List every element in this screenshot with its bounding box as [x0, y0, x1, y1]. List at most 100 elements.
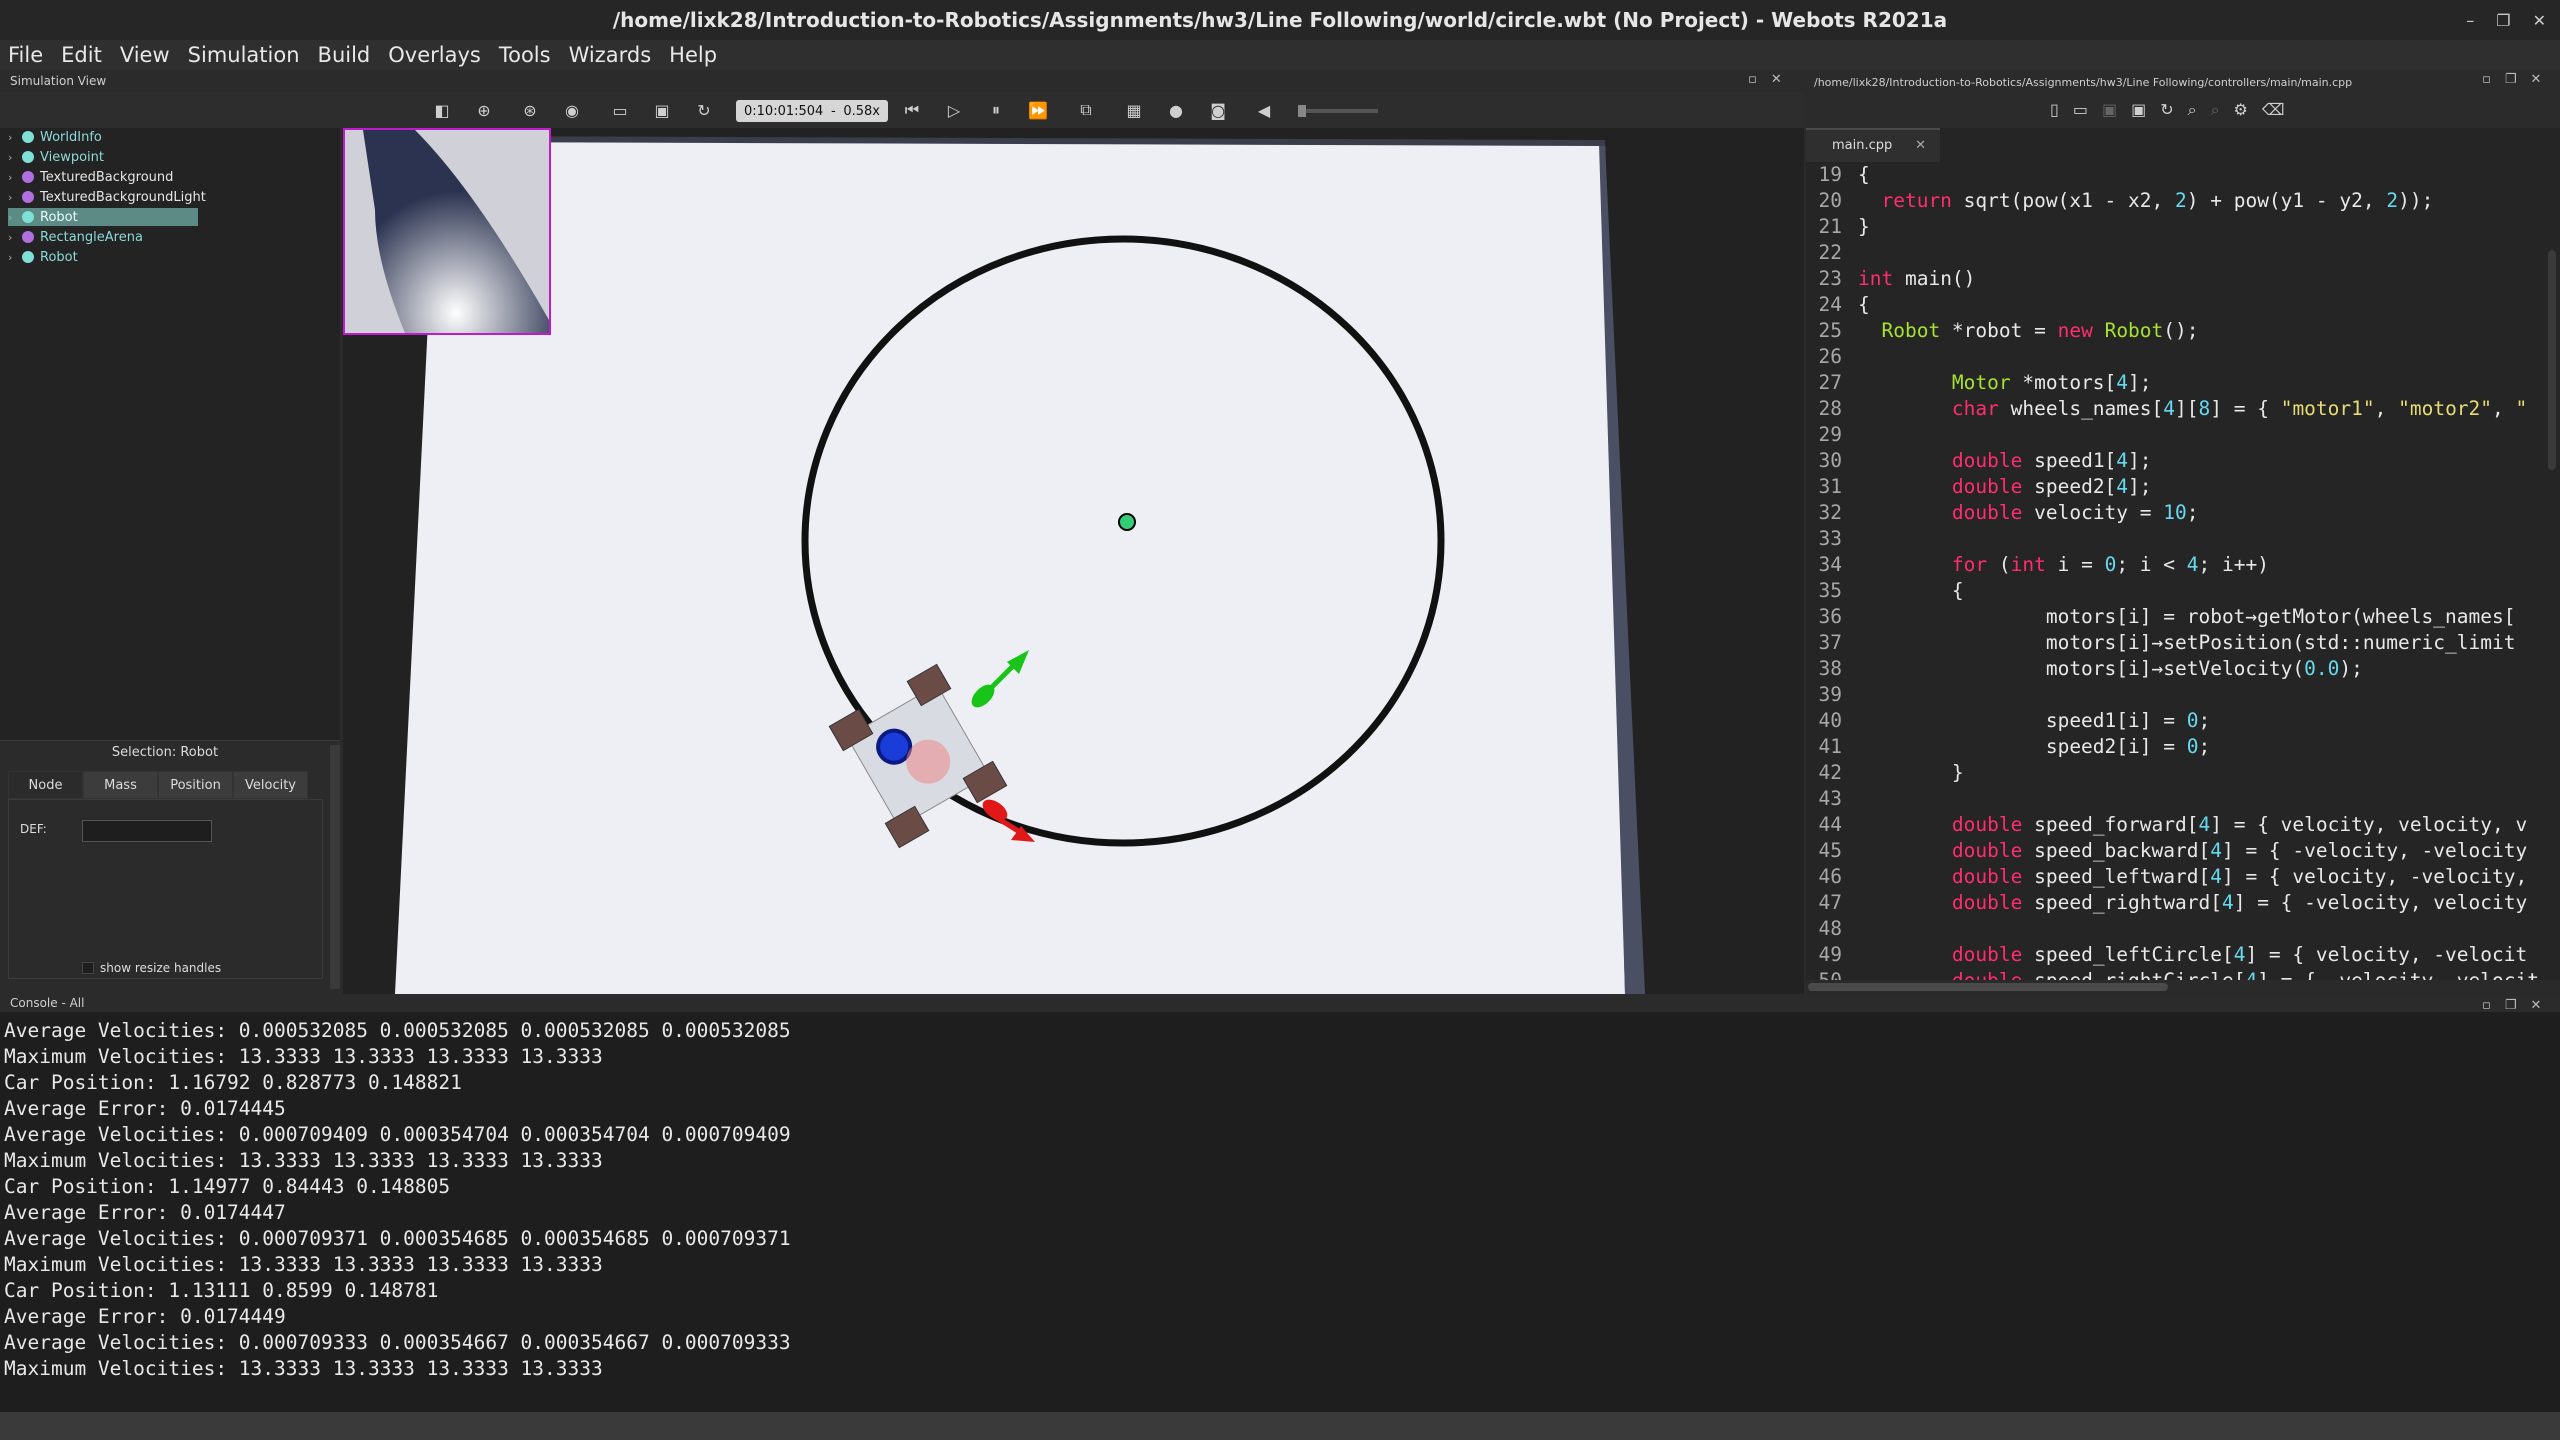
code-area[interactable]: 19{20 return sqrt(pow(x1 - x2, 2) + pow(… — [1806, 162, 2560, 988]
menu-wizards[interactable]: Wizards — [569, 43, 652, 67]
scroll-thumb[interactable] — [1808, 983, 2168, 991]
screenshot-icon[interactable]: ◙ — [1208, 100, 1228, 120]
code-token: new — [2057, 319, 2093, 342]
new-file-icon[interactable]: ▯ — [2050, 100, 2059, 120]
close-icon[interactable]: ✕ — [2530, 998, 2541, 1013]
line-number: 38 — [1818, 657, 1842, 680]
toggle-scene-tree-icon[interactable]: ◧ — [432, 100, 452, 120]
clean-icon[interactable]: ⌫ — [2262, 100, 2285, 120]
rendering-icon[interactable]: ⧉ — [1076, 100, 1096, 120]
code-token: speed_forward[ — [2022, 813, 2199, 836]
save-all-icon[interactable]: ▣ — [2131, 100, 2146, 120]
open-world-icon[interactable]: ▭ — [610, 100, 630, 120]
save-world-icon[interactable]: ▣ — [652, 100, 672, 120]
add-node-icon[interactable]: ⊕ — [474, 100, 494, 120]
editor-horizontal-scrollbar[interactable] — [1806, 980, 2560, 994]
show-resize-handles-checkbox[interactable]: show resize handles — [82, 961, 221, 975]
code-line: 24 { — [1806, 292, 2560, 318]
build-icon[interactable]: ⚙ — [2234, 100, 2248, 120]
maximize-icon[interactable]: ❐ — [2505, 72, 2517, 87]
editor-vertical-scrollbar[interactable] — [2548, 250, 2556, 470]
tab-main-cpp[interactable]: main.cpp ✕ — [1806, 128, 1940, 162]
window-controls: – ❐ ✕ — [2466, 0, 2546, 40]
checkbox-icon[interactable] — [82, 962, 94, 974]
selection-scrollbar[interactable] — [330, 745, 340, 989]
line-number: 49 — [1818, 943, 1842, 966]
def-input[interactable] — [82, 820, 212, 842]
tree-node-robot[interactable]: › Robot — [8, 248, 78, 266]
status-bar — [0, 1412, 2560, 1440]
menu-help[interactable]: Help — [669, 43, 717, 67]
find-icon[interactable]: ⌕ — [2188, 100, 2197, 120]
tree-node-viewpoint[interactable]: › Viewpoint — [8, 148, 104, 166]
code-token: double — [1951, 449, 2023, 472]
code-token: double — [1951, 813, 2023, 836]
restore-icon[interactable]: ❐ — [2496, 11, 2510, 30]
replace-icon[interactable]: ⌕ — [2211, 100, 2220, 120]
console-dock-buttons: ▫ ❐ ✕ — [2482, 998, 2541, 1013]
open-file-icon[interactable]: ▭ — [2073, 100, 2088, 120]
line-number: 28 — [1818, 397, 1842, 420]
menu-tools[interactable]: Tools — [499, 43, 551, 67]
minimize-icon[interactable]: – — [2466, 11, 2474, 30]
line-number: 42 — [1818, 761, 1842, 784]
tab-label: main.cpp — [1832, 138, 1893, 153]
float-icon[interactable]: ▫ — [1748, 72, 1757, 87]
tab-node[interactable]: Node — [8, 771, 83, 799]
reset-view-icon[interactable]: ⊛ — [520, 100, 540, 120]
tab-velocity[interactable]: Velocity — [233, 771, 308, 799]
code-line: 37 motors[i]→setPosition(std::numeric_li… — [1806, 630, 2560, 656]
tab-close-icon[interactable]: ✕ — [1915, 130, 1926, 162]
simulation-time: 0:10:01:504 - 0.58x — [736, 100, 888, 122]
float-icon[interactable]: ▫ — [2482, 998, 2491, 1013]
code-token: ]; — [2128, 475, 2152, 498]
maximize-icon[interactable]: ❐ — [2505, 998, 2517, 1013]
menu-build[interactable]: Build — [318, 43, 371, 67]
menu-simulation[interactable]: Simulation — [188, 43, 300, 67]
menu-view[interactable]: View — [120, 43, 170, 67]
tree-node-worldinfo[interactable]: › WorldInfo — [8, 128, 102, 146]
tree-node-robot-selected[interactable]: › Robot — [8, 208, 198, 226]
tree-node-label: WorldInfo — [40, 129, 102, 145]
code-token: 0 — [2104, 553, 2117, 576]
revert-icon[interactable]: ↻ — [2160, 100, 2173, 120]
code-token: main() — [1893, 267, 1976, 290]
code-line: 45 double speed_backward[4] = { -velocit… — [1806, 838, 2560, 864]
code-line: 33 — [1806, 526, 2560, 552]
step-icon[interactable]: ▷ — [944, 100, 964, 120]
code-token: 4 — [2116, 475, 2129, 498]
close-icon[interactable]: ✕ — [2533, 11, 2546, 30]
reset-simulation-icon[interactable]: ⏮ — [902, 100, 922, 120]
line-number: 27 — [1818, 371, 1842, 394]
tab-position[interactable]: Position — [158, 771, 233, 799]
close-icon[interactable]: ✕ — [2530, 72, 2541, 87]
overlay-icon[interactable]: ▦ — [1124, 100, 1144, 120]
line-number: 23 — [1818, 267, 1842, 290]
visibility-icon[interactable]: ◉ — [562, 100, 582, 120]
reload-world-icon[interactable]: ↻ — [694, 100, 714, 120]
line-number: 31 — [1818, 475, 1842, 498]
record-icon[interactable]: ● — [1166, 100, 1186, 120]
fast-forward-icon[interactable]: ⏩ — [1028, 100, 1048, 120]
menu-overlays[interactable]: Overlays — [388, 43, 481, 67]
menu-edit[interactable]: Edit — [61, 43, 102, 67]
save-icon[interactable]: ▣ — [2102, 100, 2117, 120]
tab-mass[interactable]: Mass — [83, 771, 158, 799]
float-icon[interactable]: ▫ — [2482, 72, 2491, 87]
volume-slider[interactable] — [1298, 105, 1378, 117]
3d-viewport[interactable] — [343, 128, 1804, 994]
menu-file[interactable]: File — [8, 43, 43, 67]
volume-icon[interactable]: ◀ — [1254, 100, 1274, 120]
pause-icon[interactable]: ⏸ — [986, 100, 1006, 120]
tree-node-texturedbackgroundlight[interactable]: › TexturedBackgroundLight — [8, 188, 206, 206]
editor-path: /home/lixk28/Introduction-to-Robotics/As… — [1814, 76, 2353, 89]
camera-image — [345, 130, 549, 333]
code-token: return — [1881, 189, 1952, 212]
code-text: char wheels_names[4][8] = { "motor1", "m… — [1858, 396, 2527, 422]
tree-node-rectanglearena[interactable]: › RectangleArena — [8, 228, 143, 246]
close-icon[interactable]: ✕ — [1771, 72, 1782, 87]
code-token: "motor2" — [2398, 397, 2493, 420]
tree-node-texturedbackground[interactable]: › TexturedBackground — [8, 168, 173, 186]
